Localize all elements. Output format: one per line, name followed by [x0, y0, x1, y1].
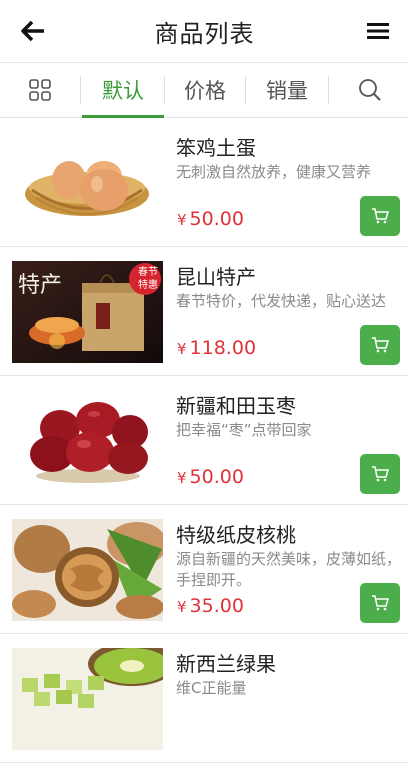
product-item[interactable]: 新疆和田玉枣 把幸福“枣”点带回家 ¥50.00	[0, 376, 409, 505]
product-name[interactable]: 笨鸡土蛋	[176, 132, 256, 161]
cart-icon	[372, 337, 389, 353]
product-image-kiwi	[12, 648, 163, 750]
tab-price[interactable]: 价格	[165, 63, 245, 117]
promo-badge: 春节 特惠	[138, 267, 158, 291]
product-item[interactable]: 特级纸皮核桃 源自新疆的天然美味，皮薄如纸，手捏即开。 ¥35.00	[0, 505, 409, 634]
price-value: 50.00	[189, 466, 244, 488]
sort-tab-bar: 默认 价格 销量	[0, 62, 409, 118]
product-image-jujubes	[12, 390, 163, 492]
hamburger-icon[interactable]	[367, 21, 389, 41]
app-header: 商品列表	[0, 0, 409, 62]
add-to-cart-button[interactable]	[360, 325, 400, 365]
product-image-walnuts	[12, 519, 163, 621]
product-name[interactable]: 新疆和田玉枣	[176, 390, 296, 419]
product-item[interactable]: 笨鸡土蛋 无刺激自然放养，健康又营养 ¥50.00	[0, 118, 409, 247]
cart-icon	[372, 466, 389, 482]
price-value: 50.00	[189, 208, 244, 230]
product-image-eggs	[12, 132, 163, 234]
cart-icon	[372, 208, 389, 224]
page-title: 商品列表	[154, 19, 255, 48]
product-name[interactable]: 昆山特产	[176, 261, 256, 290]
product-desc: 无刺激自然放养，健康又营养	[176, 163, 372, 181]
image-caption: 特产	[18, 273, 63, 298]
price-value: 118.00	[189, 337, 257, 359]
currency-symbol: ¥	[177, 340, 187, 358]
product-name[interactable]: 特级纸皮核桃	[176, 519, 296, 548]
product-price: ¥50.00	[177, 466, 244, 488]
product-desc: 维C正能量	[176, 679, 247, 697]
tab-divider	[80, 76, 81, 104]
currency-symbol: ¥	[177, 211, 187, 229]
search-icon	[359, 79, 381, 101]
currency-symbol: ¥	[177, 598, 187, 616]
product-price: ¥35.00	[177, 595, 244, 617]
product-desc: 把幸福“枣”点带回家	[176, 421, 312, 439]
product-item[interactable]: 特产 春节 特惠 昆山特产 春节特价，代发快递，贴心送达 ¥118.00	[0, 247, 409, 376]
product-list: 笨鸡土蛋 无刺激自然放养，健康又营养 ¥50.00 特产 春节 特惠 昆山特产 …	[0, 118, 409, 763]
grid-view-button[interactable]	[14, 63, 66, 117]
search-button[interactable]	[344, 63, 396, 117]
tab-divider	[328, 76, 329, 104]
add-to-cart-button[interactable]	[360, 196, 400, 236]
product-name[interactable]: 新西兰绿果	[176, 648, 276, 677]
add-to-cart-button[interactable]	[360, 454, 400, 494]
price-value: 35.00	[189, 595, 244, 617]
currency-symbol: ¥	[177, 469, 187, 487]
product-price: ¥50.00	[177, 208, 244, 230]
product-item[interactable]: 新西兰绿果 维C正能量	[0, 634, 409, 763]
add-to-cart-button[interactable]	[360, 583, 400, 623]
product-desc: 春节特价，代发快递，贴心送达	[176, 292, 387, 310]
cart-icon	[372, 595, 389, 611]
tab-sales[interactable]: 销量	[246, 63, 328, 117]
arrow-left-icon[interactable]	[20, 19, 48, 43]
product-price: ¥118.00	[177, 337, 256, 359]
tab-default[interactable]: 默认	[82, 63, 164, 118]
grid-icon	[29, 79, 51, 101]
